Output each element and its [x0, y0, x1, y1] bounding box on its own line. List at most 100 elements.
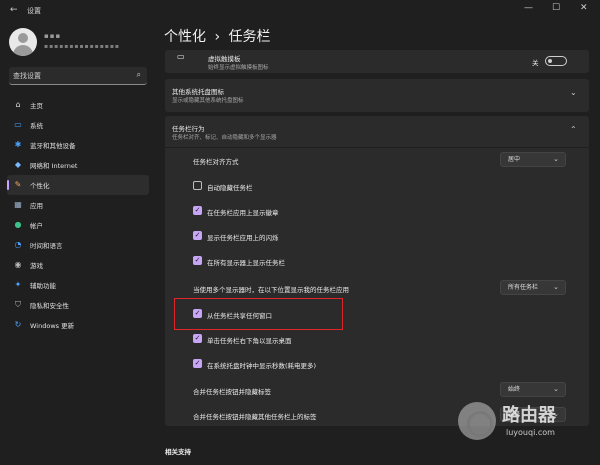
sidebar-item-label: 隐私和安全性 — [30, 302, 69, 310]
highlight-box — [174, 298, 343, 330]
sidebar-item[interactable]: ⌂ 主页 — [7, 95, 149, 115]
sidebar-item[interactable]: ◆ 网络和 Internet — [7, 155, 149, 175]
far-corner-checkbox[interactable]: ✓ — [193, 334, 202, 343]
sidebar-item[interactable]: ↻ Windows 更新 — [7, 315, 149, 335]
close-icon[interactable]: ✕ — [580, 3, 588, 13]
chevron-down-icon: ⌄ — [553, 283, 559, 291]
sidebar-item[interactable]: ◉ 游戏 — [7, 255, 149, 275]
chevron-up-icon[interactable]: ⌃ — [570, 125, 577, 134]
sidebar-item-label: 蓝牙和其他设备 — [30, 142, 76, 150]
sidebar-item[interactable]: ✎ 个性化 — [7, 175, 149, 195]
all-displays-checkbox[interactable]: ✓ — [193, 256, 202, 265]
personalization-icon: ✎ — [14, 180, 22, 189]
sidebar-item-label: 系统 — [30, 122, 43, 130]
search-box[interactable]: ⌕ — [9, 67, 147, 85]
watermark: 路由器 luyouqi.com — [458, 398, 588, 446]
far-corner-label: 单击任务栏右下角以显示桌面 — [207, 337, 292, 345]
divider — [165, 147, 589, 148]
check-icon: ✓ — [194, 231, 201, 239]
sidebar-item[interactable]: ✱ 蓝牙和其他设备 — [7, 135, 149, 155]
sidebar-item-label: 个性化 — [30, 182, 50, 190]
flashing-label: 显示任务栏应用上的闪烁 — [207, 234, 279, 242]
behaviors-subtitle: 任务栏对齐、标记、自动隐藏和多个显示器 — [172, 135, 277, 141]
privacy-icon: ⛉ — [15, 300, 21, 309]
multi-display-value: 所有任务栏 — [508, 284, 539, 291]
profile-name: ▪▪▪ — [44, 32, 62, 40]
other-tray-card[interactable]: 其他系统托盘图标 显示或隐藏其他系统托盘图标 ⌄ — [165, 79, 589, 112]
windows-update-icon: ↻ — [14, 320, 22, 329]
combine-dropdown[interactable]: 始终 ⌄ — [500, 382, 566, 397]
chevron-down-icon[interactable]: ⌄ — [570, 88, 577, 97]
other-tray-title: 其他系统托盘图标 — [172, 88, 224, 96]
touchpad-card: ▭ 虚拟触摸板 始终显示虚拟触摸板图标 关 — [165, 50, 589, 73]
combine-label: 合并任务栏按钮并隐藏标签 — [193, 388, 271, 396]
sidebar-item-label: 游戏 — [30, 262, 43, 270]
alignment-dropdown[interactable]: 居中 ⌄ — [500, 152, 566, 167]
sidebar-item-label: Windows 更新 — [30, 322, 75, 330]
behaviors-title: 任务栏行为 — [172, 125, 205, 133]
auto-hide-label: 自动隐藏任务栏 — [207, 184, 253, 192]
breadcrumb-separator: › — [214, 29, 221, 45]
sidebar-item[interactable]: ◔ 时间和语言 — [7, 235, 149, 255]
apps-icon: ▦ — [14, 200, 22, 209]
touchpad-subtitle: 始终显示虚拟触摸板图标 — [208, 65, 269, 71]
minimize-icon[interactable]: — — [524, 3, 533, 13]
breadcrumb-parent[interactable]: 个性化 — [164, 29, 206, 45]
touchpad-toggle-label: 关 — [532, 59, 539, 67]
watermark-text: 路由器 — [502, 405, 556, 426]
sidebar-item-label: 帐户 — [30, 222, 43, 230]
auto-hide-checkbox[interactable] — [193, 181, 202, 190]
other-tray-subtitle: 显示或隐藏其他系统托盘图标 — [172, 98, 244, 104]
avatar-body-shape — [13, 45, 33, 56]
sidebar-item-label: 辅助功能 — [30, 282, 56, 290]
accessibility-icon: ✦ — [14, 280, 22, 289]
flashing-checkbox[interactable]: ✓ — [193, 231, 202, 240]
sidebar-item[interactable]: ✦ 辅助功能 — [7, 275, 149, 295]
profile-email: ▪▪▪▪▪▪▪▪▪▪▪▪▪▪▪ — [44, 43, 120, 50]
touchpad-title: 虚拟触摸板 — [208, 55, 241, 63]
watermark-url: luyouqi.com — [506, 428, 555, 437]
time-language-icon: ◔ — [14, 240, 22, 249]
sidebar-item-label: 主页 — [30, 102, 43, 110]
back-arrow-icon[interactable]: ← — [10, 5, 18, 15]
search-icon[interactable]: ⌕ — [137, 70, 141, 80]
title-bar: ← 设置 — ☐ ✕ — [0, 0, 600, 20]
maximize-icon[interactable]: ☐ — [552, 3, 560, 13]
chevron-down-icon: ⌄ — [553, 155, 559, 163]
accounts-icon: ● — [14, 220, 22, 229]
toggle-knob — [548, 59, 552, 63]
breadcrumb-current: 任务栏 — [228, 29, 271, 45]
check-icon: ✓ — [194, 256, 201, 264]
bluetooth-icon: ✱ — [14, 140, 22, 149]
page-title: 个性化 › 任务栏 — [164, 26, 271, 46]
sidebar-item-label: 网络和 Internet — [30, 162, 78, 170]
combine-other-label: 合并任务栏按钮并隐藏其他任务栏上的标签 — [193, 413, 317, 421]
sidebar-item-label: 时间和语言 — [30, 242, 63, 250]
sidebar-item-label: 应用 — [30, 202, 43, 210]
sidebar-item[interactable]: ⛉ 隐私和安全性 — [7, 295, 149, 315]
touchpad-toggle[interactable] — [545, 56, 567, 66]
system-icon: ▭ — [14, 120, 22, 129]
home-icon: ⌂ — [15, 100, 21, 109]
network-icon: ◆ — [14, 160, 22, 169]
multi-display-dropdown[interactable]: 所有任务栏 ⌄ — [500, 280, 566, 295]
check-icon: ✓ — [194, 206, 201, 214]
search-input[interactable] — [13, 70, 129, 82]
window-title: 设置 — [27, 7, 41, 15]
badges-checkbox[interactable]: ✓ — [193, 206, 202, 215]
sidebar-item[interactable]: ● 帐户 — [7, 215, 149, 235]
chevron-down-icon: ⌄ — [553, 385, 559, 393]
sidebar-nav: ⌂ 主页 ▭ 系统 ✱ 蓝牙和其他设备 ◆ 网络和 Internet ✎ 个性化 ▦ 应用 ● 帐户 ◔ 时间… — [7, 95, 149, 335]
seconds-checkbox[interactable]: ✓ — [193, 359, 202, 368]
alignment-label: 任务栏对齐方式 — [193, 158, 239, 166]
combine-value: 始终 — [508, 386, 521, 393]
watermark-logo-icon — [458, 402, 496, 440]
avatar[interactable] — [9, 28, 37, 56]
badges-label: 在任务栏应用上显示徽章 — [207, 209, 279, 217]
sidebar-item[interactable]: ▭ 系统 — [7, 115, 149, 135]
check-icon: ✓ — [194, 334, 201, 342]
avatar-head-shape — [18, 33, 28, 43]
related-support-heading: 相关支持 — [165, 448, 191, 456]
multi-display-label: 当使用多个显示器时，在以下位置显示我的任务栏应用 — [193, 286, 349, 294]
sidebar-item[interactable]: ▦ 应用 — [7, 195, 149, 215]
